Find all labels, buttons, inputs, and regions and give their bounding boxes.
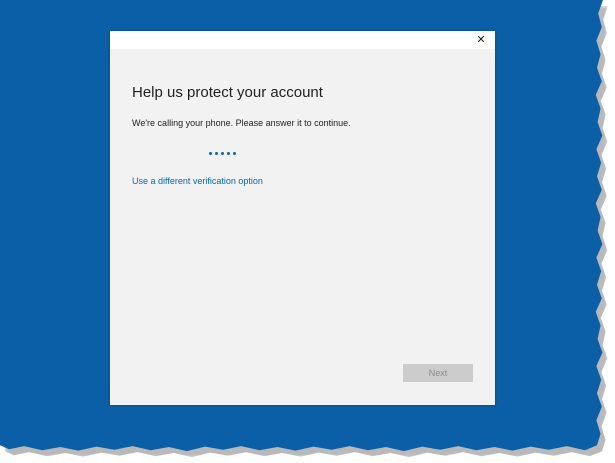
progress-dot <box>221 152 224 155</box>
dialog-title-bar: ✕ <box>110 31 495 49</box>
progress-dots-icon <box>209 152 236 155</box>
progress-dot <box>215 152 218 155</box>
progress-dot <box>227 152 230 155</box>
verification-dialog: ✕ Help us protect your account We're cal… <box>110 31 495 405</box>
close-icon[interactable]: ✕ <box>473 33 489 47</box>
progress-dot <box>209 152 212 155</box>
progress-dot <box>233 152 236 155</box>
dialog-heading: Help us protect your account <box>132 84 323 101</box>
next-button[interactable]: Next <box>403 364 473 382</box>
different-verification-option-link[interactable]: Use a different verification option <box>132 176 263 186</box>
calling-message: We're calling your phone. Please answer … <box>132 118 351 128</box>
